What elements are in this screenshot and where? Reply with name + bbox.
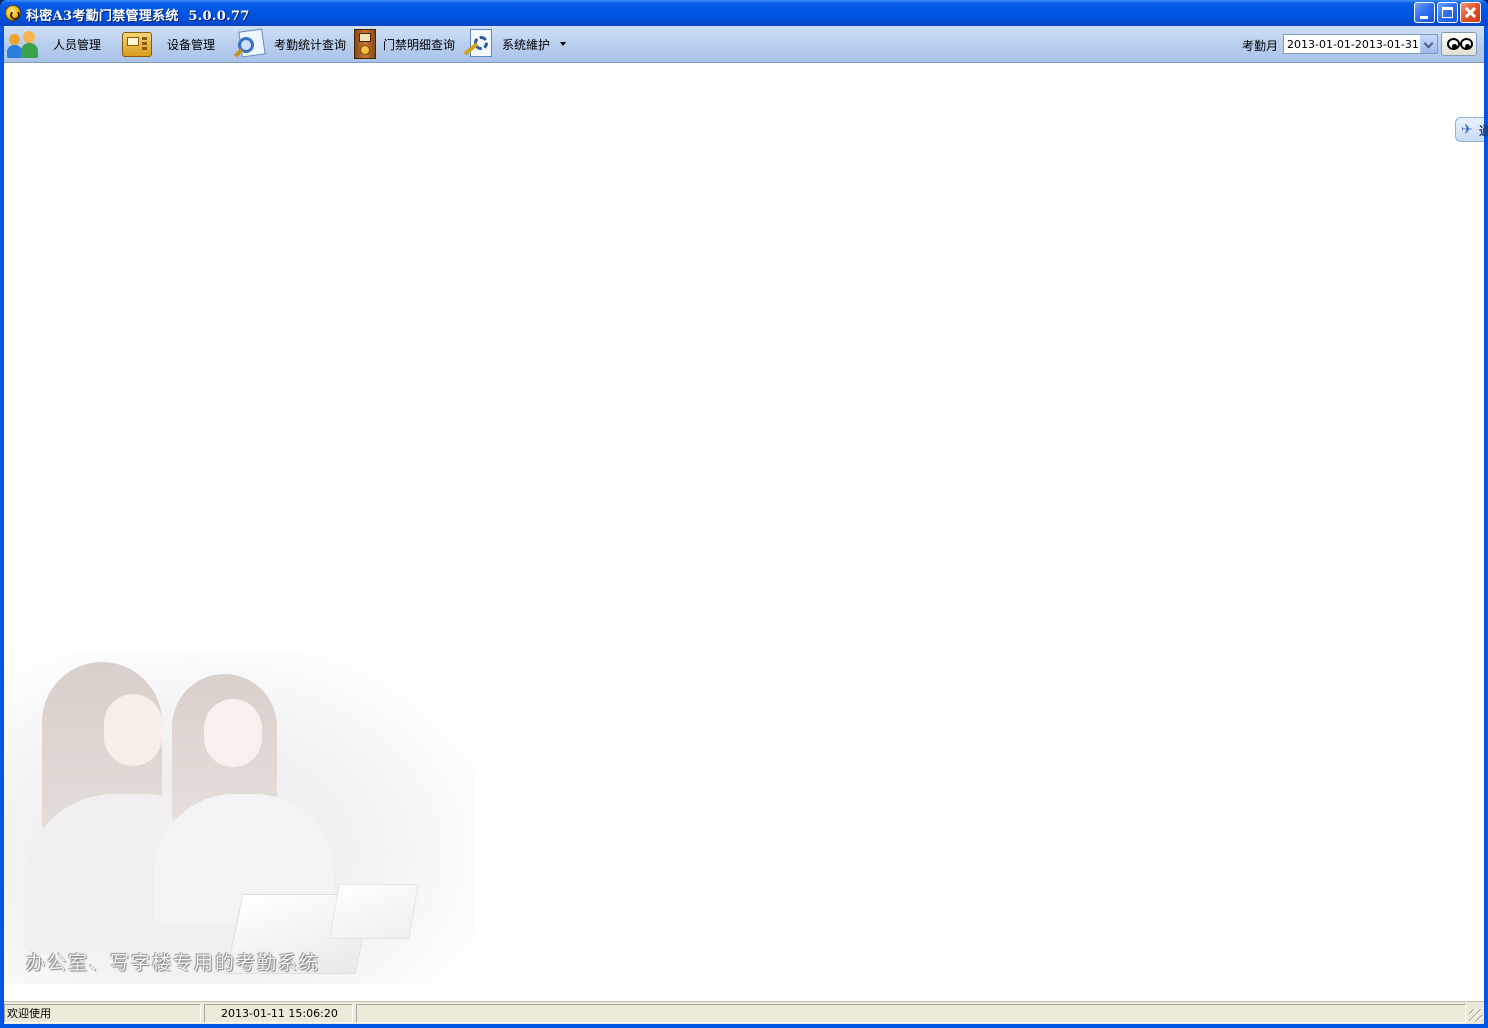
close-button[interactable] [1460,2,1481,23]
toolbar-door-query-label: 门禁明细查询 [383,37,456,52]
view-button[interactable] [1441,32,1477,56]
resize-grip-icon[interactable] [1469,1009,1482,1022]
month-value: 2013-01-01-2013-01-31 [1287,37,1419,51]
maximize-icon [1442,7,1453,18]
toolbar-device-label: 设备管理 [167,37,216,52]
dropdown-arrow-icon[interactable] [1420,35,1437,53]
app-window: 科密A3考勤门禁管理系统 5.0.0.77 人员管理 设备管理 考勤统计查询 门… [0,0,1488,1028]
system-tools-icon [462,29,494,59]
month-label: 考勤月 [1242,39,1279,53]
banner-figure [104,694,162,766]
people-icon [7,29,39,59]
device-icon [121,29,153,59]
bird-icon: ✈ [1461,122,1473,138]
background-banner-image: 办公室、写字楼专用的考勤系统 [4,654,474,984]
door-icon [349,29,381,59]
toolbar-people-label: 人员管理 [53,37,102,52]
main-toolbar: 人员管理 设备管理 考勤统计查询 门禁明细查询 系统維护 考勤月 2013-01… [4,26,1484,63]
main-content: ✈ 通 办公室、写字楼专用的考勤系统 [4,64,1488,1001]
app-logo-icon[interactable] [5,5,21,21]
toolbar-door-query-button[interactable]: 门禁明细查询 [349,28,455,60]
chevron-down-icon[interactable] [560,42,567,46]
status-extra [356,1004,1466,1023]
banner-slogan: 办公室、写字楼专用的考勤系统 [26,952,321,974]
title-bar[interactable]: 科密A3考勤门禁管理系统 5.0.0.77 [0,0,1488,26]
maximize-button[interactable] [1437,2,1458,23]
month-select[interactable]: 2013-01-01-2013-01-31 [1283,34,1438,54]
close-icon [1461,3,1480,22]
banner-laptop [329,884,419,939]
side-tab-label: 通 [1479,124,1488,138]
side-tab[interactable]: ✈ 通 [1455,117,1488,142]
toolbar-people-button[interactable]: 人员管理 [7,28,101,60]
toolbar-system-label: 系统維护 [502,37,551,52]
client-area: 人员管理 设备管理 考勤统计查询 门禁明细查询 系统維护 考勤月 2013-01… [4,26,1488,1024]
minimize-icon [1420,16,1428,19]
eyes-icon [1460,38,1473,50]
toolbar-device-button[interactable]: 设备管理 [121,28,215,60]
toolbar-system-button[interactable]: 系统維护 [462,28,567,60]
status-datetime: 2013-01-11 15:06:20 [204,1004,353,1023]
status-message: 欢迎使用 [4,1004,201,1023]
minimize-button[interactable] [1414,2,1435,23]
toolbar-attendance-query-button[interactable]: 考勤统计查询 [233,28,347,60]
window-title: 科密A3考勤门禁管理系统 5.0.0.77 [26,9,250,24]
status-bar: 欢迎使用 2013-01-11 15:06:20 [4,1001,1484,1024]
banner-figure [204,699,262,767]
toolbar-attendance-query-label: 考勤统计查询 [274,37,347,52]
search-report-icon [233,28,266,59]
eyes-icon [1447,38,1460,50]
